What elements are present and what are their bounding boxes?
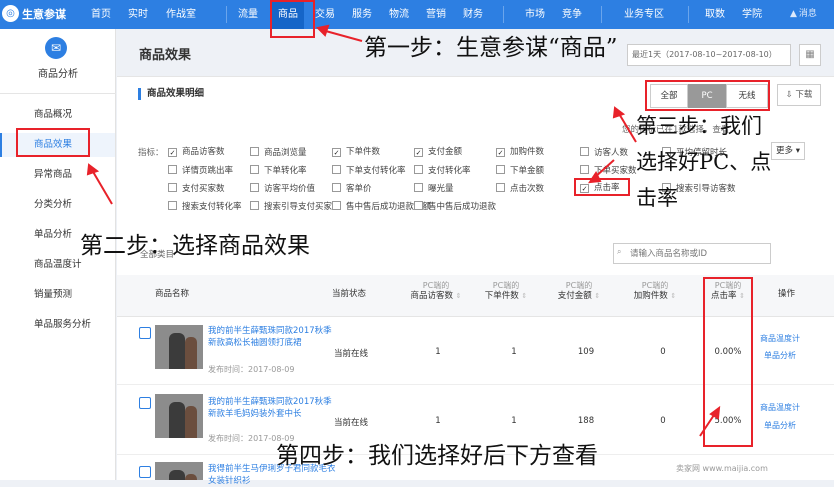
arrow-step3-tabs — [617, 111, 637, 143]
arrowhead-step3-tabs — [612, 106, 626, 119]
watermark: 卖家网 www.maijia.com — [676, 464, 768, 473]
arrow-step1 — [321, 29, 363, 42]
arrow-step2 — [91, 169, 113, 205]
arrowhead-step1 — [315, 24, 330, 37]
annotation-arrows — [86, 24, 721, 437]
arrowhead-step2 — [86, 163, 100, 176]
